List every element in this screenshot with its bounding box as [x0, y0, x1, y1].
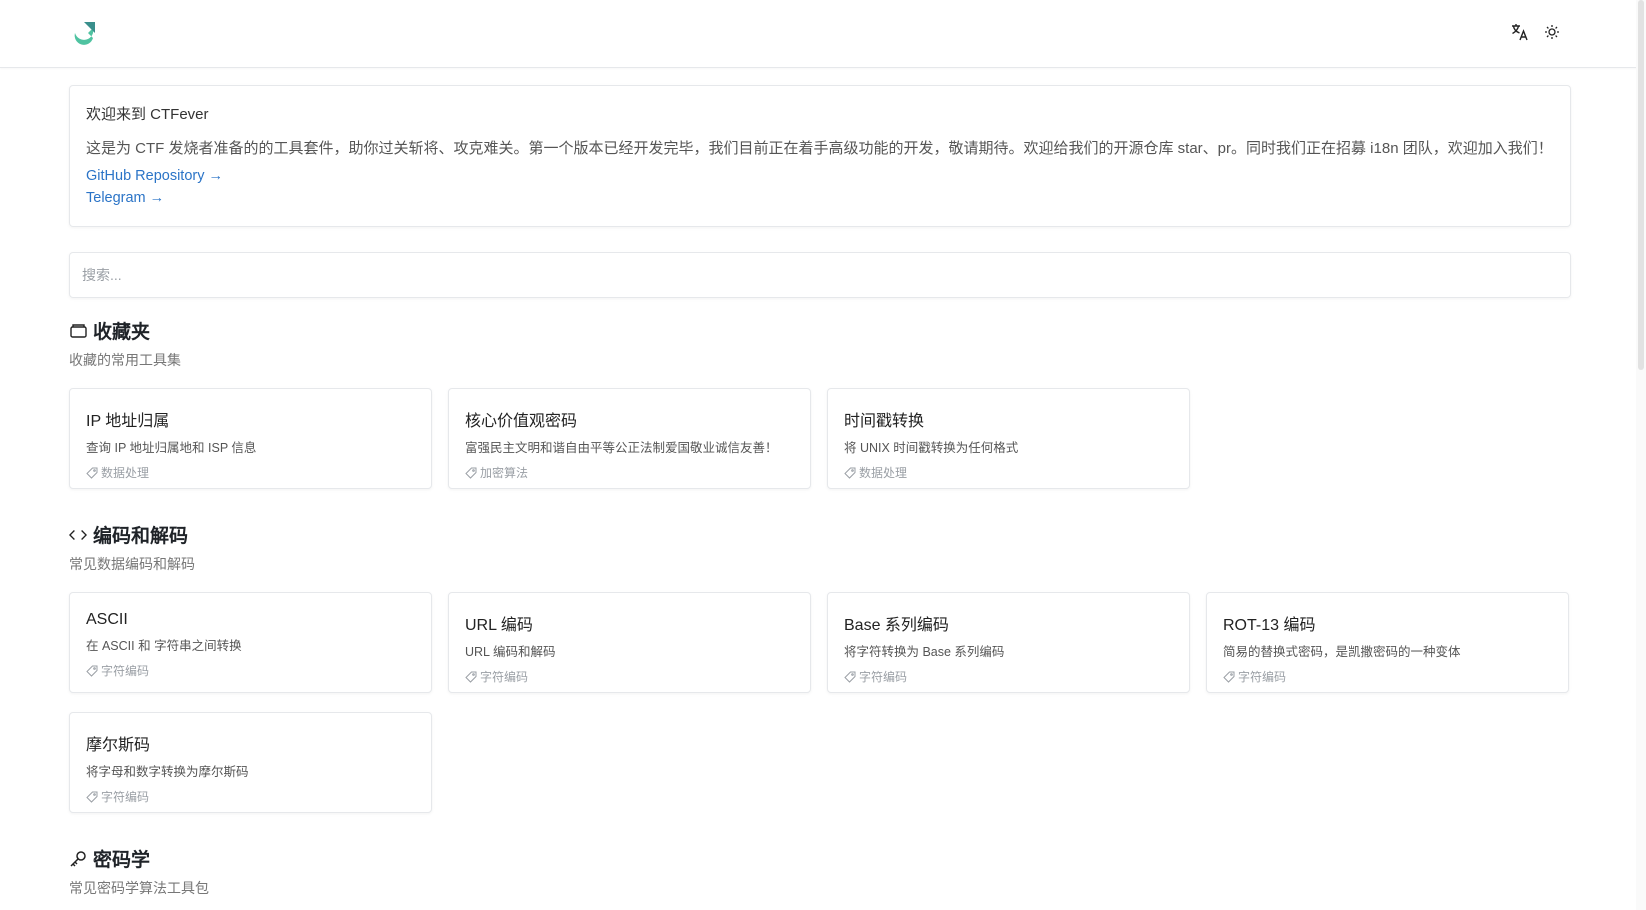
tool-card-base[interactable]: Base 系列编码 将字符转换为 Base 系列编码 字符编码	[827, 592, 1190, 693]
tool-card-ip[interactable]: IP 地址归属 查询 IP 地址归属地和 ISP 信息 数据处理	[69, 388, 432, 489]
code-brackets-icon	[69, 526, 87, 544]
card-tag: 数据处理	[844, 464, 1173, 481]
card-tag: 字符编码	[1223, 668, 1552, 685]
tag-icon	[86, 791, 98, 803]
card-title: 摩尔斯码	[86, 737, 151, 754]
tag-icon	[86, 467, 98, 479]
section-desc: 常见密码学算法工具包	[69, 880, 209, 896]
tool-card-url[interactable]: URL 编码 URL 编码和解码 字符编码	[448, 592, 811, 693]
card-title: Base 系列编码	[844, 617, 949, 634]
tool-card-ascii[interactable]: ASCII 在 ASCII 和 字符串之间转换 字符编码	[69, 592, 432, 693]
section-cryptography: 密码学 常见密码学算法工具包	[69, 845, 1571, 898]
section-encoding: 编码和解码 常见数据编码和解码	[69, 521, 1571, 574]
tool-card-morse[interactable]: 摩尔斯码 将字母和数字转换为摩尔斯码 字符编码	[69, 712, 432, 813]
card-title: URL 编码	[465, 617, 533, 634]
sun-icon[interactable]	[1542, 22, 1562, 42]
card-title: ASCII	[86, 611, 128, 628]
card-title: 核心价值观密码	[465, 413, 578, 430]
section-title: 编码和解码	[93, 526, 189, 547]
section-desc: 常见数据编码和解码	[69, 556, 195, 572]
card-tag: 字符编码	[844, 668, 1173, 685]
card-tag: 字符编码	[86, 662, 415, 679]
section-desc: 收藏的常用工具集	[69, 352, 181, 368]
tag-icon	[465, 467, 477, 479]
card-tag-label: 数据处理	[101, 466, 150, 480]
card-tag-label: 字符编码	[859, 670, 908, 684]
card-title: IP 地址归属	[86, 413, 170, 430]
card-title: ROT-13 编码	[1223, 617, 1316, 634]
section-favorites: 收藏夹 收藏的常用工具集	[69, 317, 1571, 370]
github-link[interactable]: GitHub Repository →	[86, 168, 1554, 184]
folder-icon	[69, 322, 87, 340]
tag-icon	[844, 671, 856, 683]
card-title: 时间戳转换	[844, 413, 925, 430]
card-desc: 富强民主文明和谐自由平等公正法制爱国敬业诚信友善！	[465, 441, 778, 455]
welcome-title: 欢迎来到 CTFever	[86, 106, 209, 123]
tag-icon	[465, 671, 477, 683]
card-tag: 加密算法	[465, 464, 794, 481]
card-desc: 将 UNIX 时间戳转换为任何格式	[844, 441, 1019, 455]
main-content: 欢迎来到 CTFever 这是为 CTF 发烧者准备的的工具套件，助你过关斩将、…	[69, 85, 1571, 896]
welcome-card: 欢迎来到 CTFever 这是为 CTF 发烧者准备的的工具套件，助你过关斩将、…	[69, 85, 1571, 227]
tag-icon	[844, 467, 856, 479]
tool-card-timestamp[interactable]: 时间戳转换 将 UNIX 时间戳转换为任何格式 数据处理	[827, 388, 1190, 489]
card-desc: 简易的替换式密码，是凯撒密码的一种变体	[1223, 645, 1461, 659]
card-desc: URL 编码和解码	[465, 645, 556, 659]
search-box	[69, 252, 1571, 298]
tag-icon	[86, 665, 98, 677]
section-title: 收藏夹	[93, 322, 151, 343]
card-tag-label: 字符编码	[101, 790, 150, 804]
tag-icon	[1223, 671, 1235, 683]
card-tag: 字符编码	[86, 788, 415, 805]
top-bar	[0, 0, 1646, 68]
key-icon	[69, 850, 87, 868]
card-tag-label: 数据处理	[859, 466, 908, 480]
tool-card-core-values[interactable]: 核心价值观密码 富强民主文明和谐自由平等公正法制爱国敬业诚信友善！ 加密算法	[448, 388, 811, 489]
card-tag-label: 字符编码	[101, 664, 150, 678]
tool-card-rot13[interactable]: ROT-13 编码 简易的替换式密码，是凯撒密码的一种变体 字符编码	[1206, 592, 1569, 693]
card-tag-label: 加密算法	[480, 466, 529, 480]
section-title: 密码学	[93, 850, 151, 871]
card-desc: 在 ASCII 和 字符串之间转换	[86, 639, 242, 653]
card-desc: 将字母和数字转换为摩尔斯码	[86, 765, 249, 779]
scrollbar-thumb[interactable]	[1638, 0, 1644, 370]
card-tag: 字符编码	[465, 668, 794, 685]
search-input[interactable]	[70, 253, 1570, 297]
ctfever-logo-icon[interactable]	[71, 20, 97, 46]
welcome-text: 这是为 CTF 发烧者准备的的工具套件，助你过关斩将、攻克难关。第一个版本已经开…	[86, 140, 1553, 157]
card-desc: 查询 IP 地址归属地和 ISP 信息	[86, 441, 257, 455]
telegram-link[interactable]: Telegram →	[86, 190, 1554, 206]
scrollbar[interactable]	[1636, 0, 1646, 910]
translate-icon[interactable]	[1510, 22, 1530, 42]
card-tag: 数据处理	[86, 464, 415, 481]
card-desc: 将字符转换为 Base 系列编码	[844, 645, 1005, 659]
card-tag-label: 字符编码	[480, 670, 529, 684]
card-tag-label: 字符编码	[1238, 670, 1287, 684]
